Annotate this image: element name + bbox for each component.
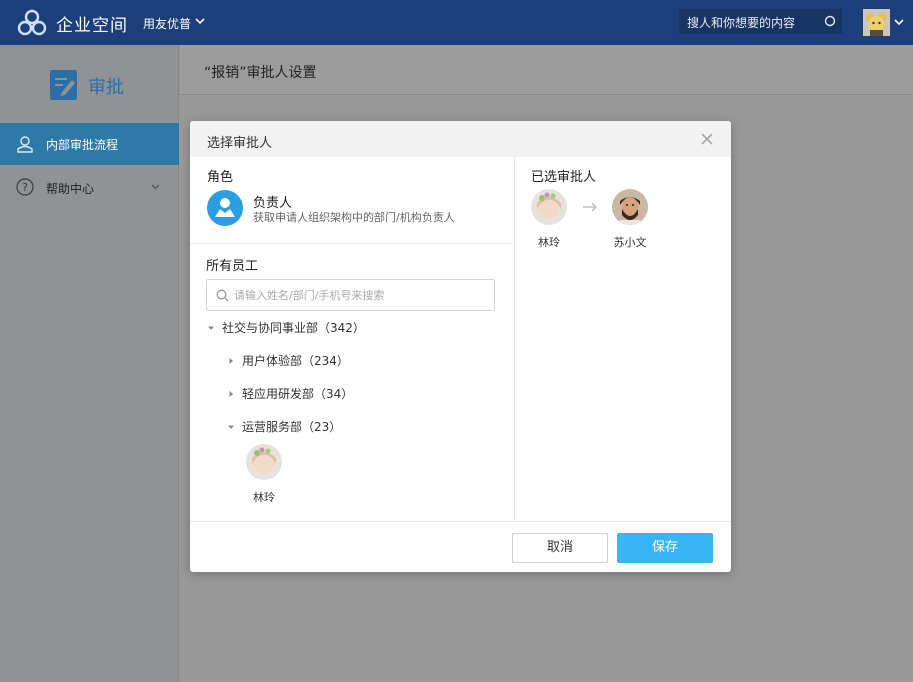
tree-node-dept-social[interactable]: 社交与协同事业部（342） [206,319,365,339]
employee-item[interactable]: 林玲 [239,444,289,505]
tree-node-dept-ux[interactable]: 用户体验部（234） [226,352,349,372]
employee-avatar[interactable] [246,444,282,480]
employee-search[interactable] [206,279,495,311]
approval-icon [50,70,77,100]
search-placeholder: 搜人和你想要的内容 [687,16,796,30]
approver-name: 苏小文 [613,236,647,249]
approver-avatar[interactable] [531,189,567,225]
global-search-input[interactable]: 搜人和你想要的内容 [679,9,842,34]
logo-icon[interactable] [17,9,47,37]
page-header: “报销”审批人设置 [180,45,913,95]
role-avatar[interactable] [207,190,243,226]
column-divider [514,157,515,521]
dialog-footer: 取消 保存 [190,521,731,572]
selected-approver[interactable]: 苏小文 [605,189,655,250]
section-divider [190,243,514,244]
page-title: “报销”审批人设置 [204,65,317,81]
search-icon [216,289,229,302]
svg-text:?: ? [22,181,28,194]
org-switcher[interactable]: 用友优普 [143,15,191,32]
caret-right-icon[interactable] [226,389,236,399]
tree-node-dept-lightapp[interactable]: 轻应用研发部（34） [226,385,353,405]
tree-node-label: 运营服务部（23） [242,420,342,434]
close-icon[interactable] [700,132,714,146]
user-avatar[interactable] [863,9,890,36]
person-icon [215,198,235,217]
dialog-title: 选择审批人 [207,136,273,151]
sidebar-item-label: 内部审批流程 [46,138,119,152]
search-icon[interactable] [824,15,836,27]
save-button[interactable]: 保存 [617,533,713,563]
arrow-right-icon [583,202,597,212]
role-description: 获取申请人组织架构中的部门/机构负责人 [253,211,455,224]
tree-node-label: 用户体验部（234） [242,354,349,368]
help-icon: ? [16,178,34,196]
employee-search-input[interactable] [234,286,489,304]
user-icon [17,136,33,153]
selected-section-label: 已选审批人 [531,170,597,185]
chevron-down-icon[interactable] [150,181,161,192]
chevron-down-icon[interactable] [194,15,206,27]
sidebar-title: 审批 [88,77,124,98]
brand-name: 企业空间 [56,16,128,36]
top-navigation-bar: 企业空间 用友优普 搜人和你想要的内容 [0,0,913,45]
caret-right-icon[interactable] [226,356,236,366]
caret-down-icon[interactable] [206,323,216,333]
cancel-button[interactable]: 取消 [512,533,608,563]
select-approver-dialog: 选择审批人 角色 负责人 获取申请人组织架构中的部门/机构负责人 所有员工 社交… [190,121,731,572]
employee-name: 林玲 [253,491,275,504]
sidebar-item-internal-approval[interactable]: 内部审批流程 [0,123,179,165]
approver-avatar[interactable] [612,189,648,225]
tree-node-dept-ops[interactable]: 运营服务部（23） [226,418,341,438]
dialog-header: 选择审批人 [190,121,731,157]
sidebar-header: 审批 [0,45,179,123]
caret-down-icon[interactable] [226,422,236,432]
sidebar-item-label: 帮助中心 [46,182,95,196]
chevron-down-icon[interactable] [893,16,905,28]
sidebar: 审批 内部审批流程 ? 帮助中心 [0,45,179,682]
employees-section-label: 所有员工 [206,259,259,274]
selected-approver[interactable]: 林玲 [524,189,574,250]
tree-node-label: 社交与协同事业部（342） [222,321,365,335]
role-section-label: 角色 [207,170,234,185]
approver-name: 林玲 [538,236,560,249]
sidebar-item-help[interactable]: ? 帮助中心 [0,165,179,209]
tree-node-label: 轻应用研发部（34） [242,387,354,401]
